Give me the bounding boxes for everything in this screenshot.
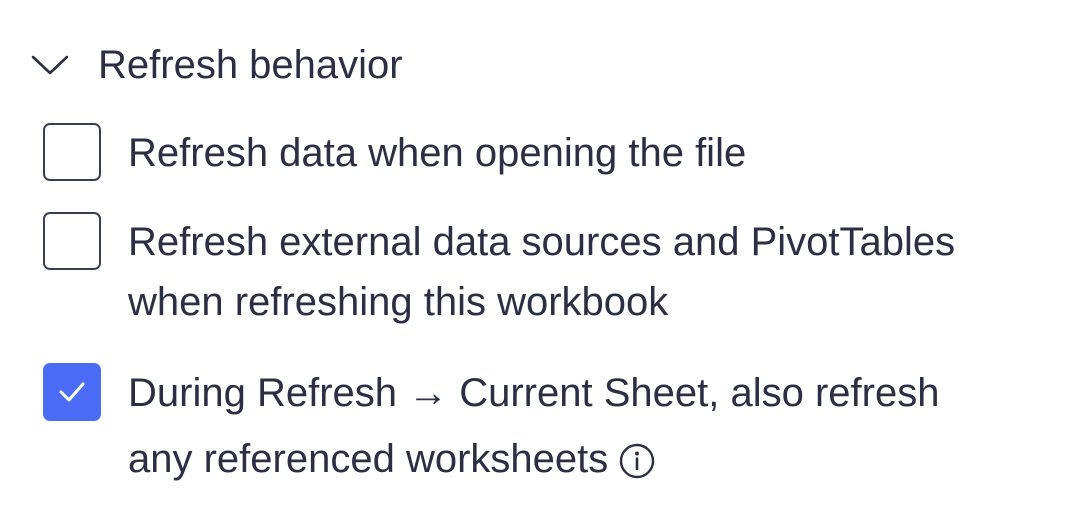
section-title: Refresh behavior (98, 43, 403, 87)
refresh-on-open-checkbox[interactable] (43, 123, 101, 181)
checkmark-icon (59, 382, 85, 402)
option-label-line: Refresh external data sources and PivotT… (128, 220, 956, 264)
option-label-line: Refresh data when opening the file (128, 131, 747, 175)
refresh-external-sources-label[interactable]: Refresh external data sources and PivotT… (128, 212, 955, 332)
refresh-behavior-panel: Refresh behavior Refresh data when openi… (0, 0, 1068, 530)
refresh-referenced-worksheets-checkbox[interactable] (43, 363, 101, 421)
chevron-down-icon[interactable] (30, 43, 74, 87)
refresh-referenced-worksheets-label[interactable]: During Refresh → Current Sheet, also ref… (128, 360, 939, 492)
option-refresh-external-sources[interactable]: Refresh external data sources and PivotT… (43, 212, 955, 332)
option-label-text: any referenced worksheets (128, 437, 609, 481)
option-refresh-on-open[interactable]: Refresh data when opening the file (43, 123, 746, 183)
info-icon[interactable] (618, 434, 656, 479)
refresh-external-sources-checkbox[interactable] (43, 212, 101, 270)
option-label-line-with-info: any referenced worksheets (128, 426, 939, 492)
option-refresh-referenced-worksheets[interactable]: During Refresh → Current Sheet, also ref… (43, 363, 939, 492)
option-label-line: During Refresh → Current Sheet, also ref… (128, 371, 940, 415)
refresh-on-open-label[interactable]: Refresh data when opening the file (128, 123, 746, 183)
refresh-behavior-section-header[interactable]: Refresh behavior (30, 38, 403, 92)
option-label-line: when refreshing this workbook (128, 280, 669, 324)
